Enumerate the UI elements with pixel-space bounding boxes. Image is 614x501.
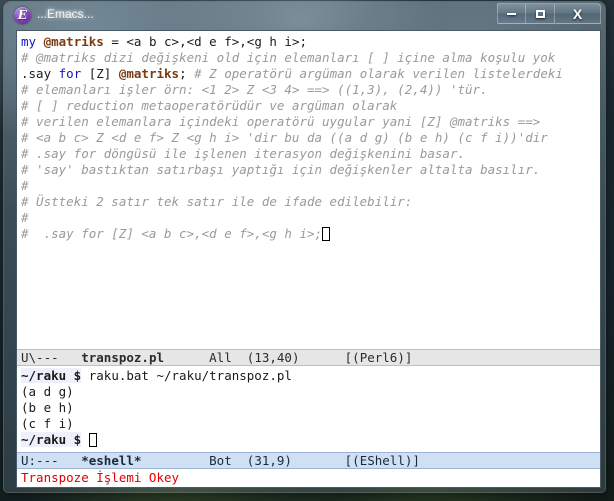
eshell-text: raku.bat ~/raku/transpoz.pl [81,368,292,383]
code-line: # 'say' bastıktan satırbaşı yaptığı için… [19,162,600,178]
modeline-eshell-segment: Bot [209,453,247,468]
code-token: # [21,210,29,225]
modeline-code-segment: U\--- [21,350,82,365]
text-cursor [88,433,97,447]
code-token: # [21,178,29,193]
eshell-line: (b e h) [19,400,600,416]
maximize-icon [535,10,545,18]
code-line: # <a b c> Z <d e f> Z <g h i> 'dir bu da… [19,130,600,146]
code-token: = <a b c>,<d e f>,<g h i>; [103,34,308,49]
modeline-code-segment: [(Perl6)] [344,350,413,365]
code-token: # Üstteki 2 satır tek satır ile de ifade… [21,194,413,209]
code-token: for [58,66,82,81]
code-line: # [ ] reduction metaoperatörüdür ve argü… [19,98,600,114]
maximize-button[interactable] [526,3,555,24]
close-button[interactable]: X [555,3,601,24]
code-token: # elemanları işler örn: <1 2> Z <3 4> ==… [21,82,488,97]
code-line: # @matriks dizi değişkeni old için elema… [19,50,600,66]
eshell-text: (a d g) [21,384,74,399]
eshell-text [81,432,89,447]
modeline-code-segment: All [209,350,247,365]
code-token: .say [21,66,52,81]
eshell-buffer[interactable]: ~/raku $ raku.bat ~/raku/transpoz.pl (a d… [17,366,600,452]
code-line: # [19,178,600,194]
code-token: # .say for [Z] <a b c>,<d e f>,<g h i>; [21,226,323,241]
code-token: # Z operatörü argüman olarak verilen lis… [186,66,563,81]
code-line: # Üstteki 2 satır tek satır ile de ifade… [19,194,600,210]
code-token: # 'say' bastıktan satırbaşı yaptığı için… [21,162,541,177]
eshell-line: (a d g) [19,384,600,400]
code-line: .say for [Z] @matriks; # Z operatörü arg… [19,66,600,82]
code-token: @matriks [43,34,104,49]
modeline-eshell-segment: [(EShell)] [344,453,420,468]
modeline-eshell-segment: (31,9) [246,453,345,468]
eshell-text: (c f i) [21,416,74,431]
code-token: # verilen elemanlara içindeki operatörü … [21,114,541,129]
emacs-window: E ...Emacs... X my @matriks = <a b c>,<d… [4,2,605,492]
eshell-text: (b e h) [21,400,74,415]
window-controls: X [497,3,601,24]
code-line: # [19,210,600,226]
code-token: ; [179,66,187,81]
code-line: # .say for döngüsü ile işlenen iterasyon… [19,146,600,162]
window-titlebar[interactable]: E ...Emacs... X [4,2,605,29]
emacs-frame: my @matriks = <a b c>,<d e f>,<g h i>; # … [16,30,601,488]
code-token: # <a b c> Z <d e f> Z <g h i> 'dir bu da… [21,130,548,145]
code-token: # [ ] reduction metaoperatörüdür ve argü… [21,98,398,113]
modeline-eshell-segment: U:--- [21,453,82,468]
eshell-prompt: ~/raku $ [21,368,82,383]
code-buffer-transpoz[interactable]: my @matriks = <a b c>,<d e f>,<g h i>; # … [17,31,600,349]
code-token: my [21,34,37,49]
code-token: # @matriks dizi değişkeni old için elema… [21,50,556,65]
minimize-button[interactable] [497,3,526,24]
close-icon: X [572,6,583,22]
modeline-code-segment: transpoz.pl [81,350,210,365]
minimize-icon [507,13,516,15]
text-cursor [322,227,331,241]
eshell-line: ~/raku $ raku.bat ~/raku/transpoz.pl [19,368,600,384]
code-line: my @matriks = <a b c>,<d e f>,<g h i>; [19,34,600,50]
window-title: ...Emacs... [37,7,94,21]
eshell-line: (c f i) [19,416,600,432]
modeline-code-buffer[interactable]: U\--- transpoz.pl All (13,40) [(Perl6)] [17,349,600,366]
modeline-eshell-segment: *eshell* [81,453,210,468]
emacs-icon: E [14,7,31,24]
code-line: # verilen elemanlara içindeki operatörü … [19,114,600,130]
code-token: [Z] [81,66,119,81]
code-line: # .say for [Z] <a b c>,<d e f>,<g h i>; [19,226,600,242]
echo-area: Transpoze İşlemi Okey [17,469,600,487]
code-line: # elemanları işler örn: <1 2> Z <3 4> ==… [19,82,600,98]
code-token: @matriks [118,66,180,81]
modeline-eshell-buffer[interactable]: U:--- *eshell* Bot (31,9) [(EShell)] [17,452,600,469]
eshell-prompt: ~/raku $ [21,432,82,447]
code-token: # .say for döngüsü ile işlenen iterasyon… [21,146,466,161]
modeline-code-segment: (13,40) [246,350,345,365]
eshell-line: ~/raku $ [19,432,600,448]
